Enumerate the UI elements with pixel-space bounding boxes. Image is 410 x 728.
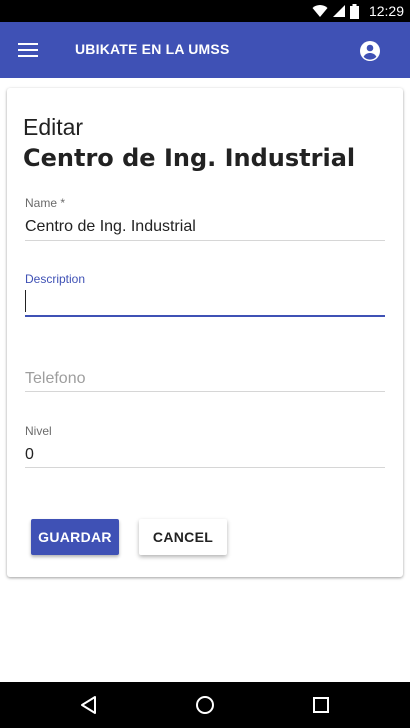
guardar-button[interactable]: GUARDAR bbox=[31, 519, 119, 555]
telefono-underline bbox=[25, 391, 385, 392]
card-subtitle: Editar bbox=[23, 114, 84, 140]
home-icon[interactable] bbox=[193, 693, 217, 717]
status-time: 12:29 bbox=[368, 3, 404, 19]
description-input[interactable] bbox=[25, 286, 385, 312]
nivel-value: 0 bbox=[25, 446, 34, 463]
battery-icon bbox=[349, 3, 359, 19]
status-icons: 12:29 bbox=[312, 0, 404, 22]
telefono-field[interactable]: Telefono bbox=[25, 370, 385, 392]
back-icon[interactable] bbox=[77, 693, 101, 717]
nivel-underline bbox=[25, 467, 385, 468]
app-title: UBIKATE EN LA UMSS bbox=[75, 41, 230, 57]
hamburger-menu-icon bbox=[18, 43, 38, 57]
edit-card: Editar Centro de Ing. Industrial Name * … bbox=[7, 88, 403, 577]
wifi-icon bbox=[312, 5, 328, 18]
cancel-button[interactable]: CANCEL bbox=[139, 519, 227, 555]
navigation-bar bbox=[0, 682, 410, 728]
telefono-placeholder: Telefono bbox=[25, 370, 86, 387]
nivel-field[interactable]: Nivel 0 bbox=[25, 424, 385, 468]
app-bar: UBIKATE EN LA UMSS bbox=[0, 22, 410, 78]
name-field[interactable]: Name * Centro de Ing. Industrial bbox=[25, 196, 385, 241]
name-label: Name * bbox=[25, 196, 66, 210]
menu-button[interactable] bbox=[14, 36, 42, 64]
description-label: Description bbox=[25, 272, 86, 286]
cell-signal-icon bbox=[332, 5, 345, 17]
name-underline bbox=[25, 240, 385, 241]
description-underline bbox=[25, 315, 385, 317]
nivel-label: Nivel bbox=[25, 424, 52, 438]
status-bar: 12:29 bbox=[0, 0, 410, 22]
card-title: Centro de Ing. Industrial bbox=[23, 144, 356, 172]
description-field[interactable]: Description bbox=[25, 272, 385, 318]
recents-icon[interactable] bbox=[309, 693, 333, 717]
name-value: Centro de Ing. Industrial bbox=[25, 218, 196, 235]
text-cursor bbox=[25, 290, 26, 312]
account-circle-icon[interactable] bbox=[358, 39, 382, 63]
